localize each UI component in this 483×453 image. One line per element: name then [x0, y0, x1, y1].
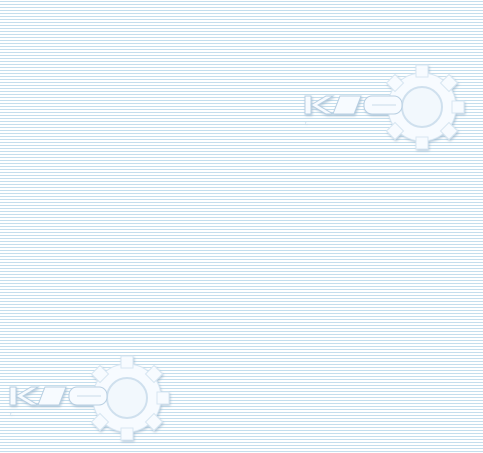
- kde-wordmark: [304, 95, 403, 115]
- logo-mark: ᵣ: [10, 410, 12, 417]
- desktop-wallpaper: ᵣ ᵣ: [0, 0, 483, 453]
- kde-logo-watermark: ᵣ: [300, 57, 470, 157]
- logo-mark: ᵣ: [305, 119, 307, 126]
- kde-wordmark: [9, 386, 108, 406]
- kde-logo-watermark: ᵣ: [5, 348, 175, 448]
